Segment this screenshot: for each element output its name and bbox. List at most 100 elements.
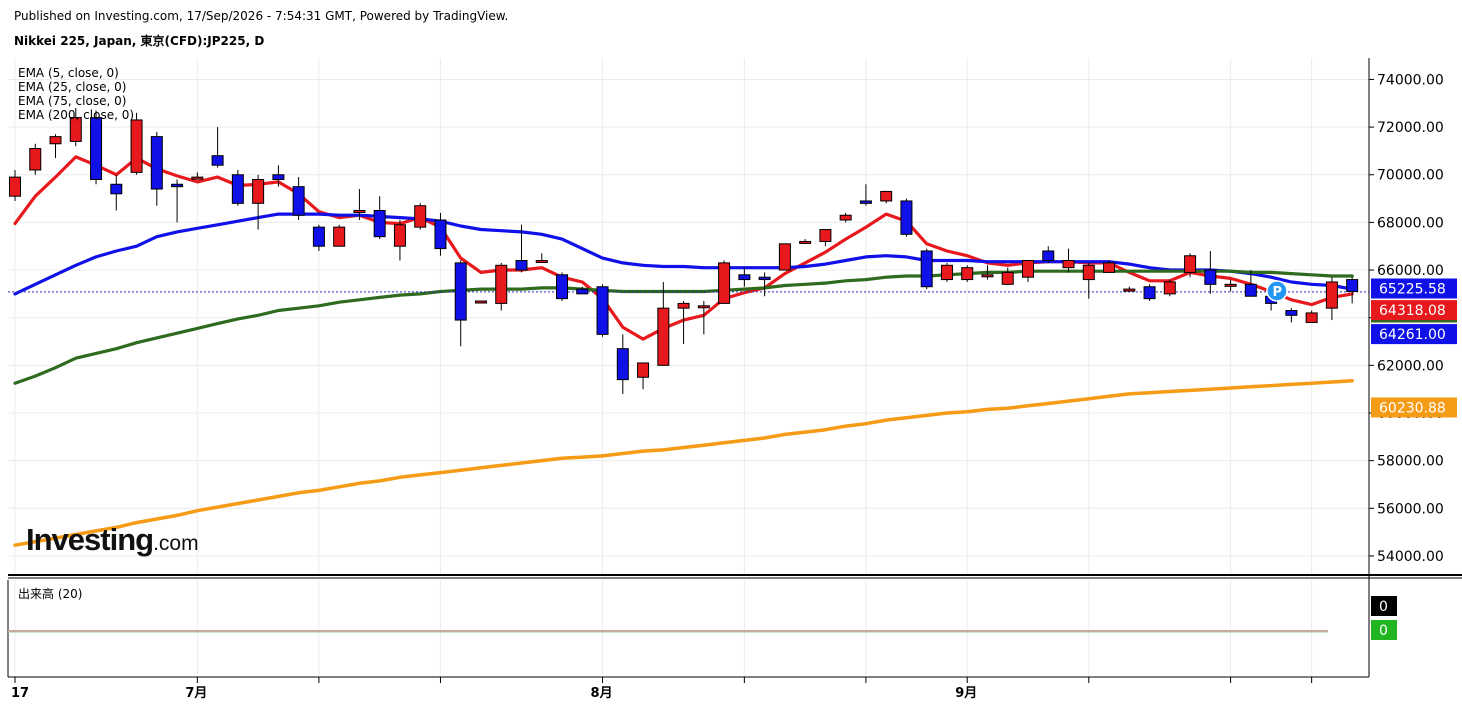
candle-body	[1305, 312, 1318, 323]
candle-body	[231, 174, 244, 204]
badge-label: 0	[1379, 599, 1388, 615]
candle	[49, 134, 62, 159]
y-tick-label: 56000.00	[1377, 501, 1444, 517]
candle-body	[515, 260, 528, 271]
candle-body	[1022, 260, 1034, 278]
candle-body	[839, 214, 852, 221]
candle-body	[191, 176, 204, 180]
logo-main: Investing	[26, 522, 154, 557]
candle-body	[1244, 283, 1257, 297]
candle	[657, 281, 670, 366]
candle-body	[211, 155, 224, 166]
candle-body	[1082, 264, 1095, 281]
x-tick-label: 9月	[955, 686, 977, 701]
candle-body	[1001, 271, 1014, 285]
candle	[940, 262, 953, 282]
candle-body	[1042, 250, 1055, 262]
candle-body	[110, 183, 123, 195]
y-tick-label: 62000.00	[1377, 358, 1444, 374]
candle	[900, 198, 913, 237]
candle	[171, 179, 184, 223]
candle	[393, 220, 406, 261]
candle	[333, 224, 346, 247]
candle-body	[252, 179, 265, 204]
candle-body	[333, 226, 346, 247]
volume-label: 出来高 (20)	[18, 587, 83, 601]
price-chart[interactable]: 74000.00 72000.00 70000.00 68000.00 66000.00…	[0, 0, 1462, 711]
candle-body	[1143, 286, 1156, 300]
candle-body	[373, 209, 386, 238]
candle-body	[130, 119, 143, 173]
volume-badge: 0	[1371, 596, 1397, 616]
candle-body	[697, 305, 710, 309]
candle-body	[758, 276, 771, 281]
x-tick-label: 17	[11, 686, 29, 701]
legend-ema-5: EMA (5, close, 0)	[18, 66, 119, 80]
candle-body	[1346, 279, 1359, 292]
badge-label: 60230.88	[1379, 400, 1446, 416]
candle-body	[393, 224, 406, 247]
candle-body	[29, 148, 42, 171]
candle	[961, 265, 974, 282]
badge-label: 65225.58	[1379, 281, 1446, 297]
candle-body	[657, 307, 670, 366]
legend-ema-200: EMA (200, close, 0)	[18, 108, 135, 122]
candle-body	[474, 300, 487, 304]
candle-body	[495, 264, 508, 304]
candle-body	[414, 205, 427, 228]
candle	[1042, 246, 1055, 263]
candle-body	[859, 200, 872, 204]
y-tick-label: 58000.00	[1377, 454, 1444, 470]
candle-body	[738, 274, 751, 281]
price-badge: 64318.08	[1371, 300, 1457, 321]
badge-label: 64318.08	[1379, 303, 1446, 319]
marker-p-icon[interactable]: P	[1266, 280, 1288, 302]
candle-body	[150, 136, 163, 190]
candle-body	[718, 262, 731, 304]
candle-body	[535, 260, 548, 264]
marker-label: P	[1273, 285, 1283, 300]
candle	[1204, 250, 1217, 294]
candle	[778, 243, 791, 271]
candle	[29, 143, 42, 175]
candle	[535, 253, 548, 264]
candle	[819, 229, 832, 247]
x-tick-label: 7月	[185, 686, 207, 701]
candle	[596, 284, 609, 337]
candle-body	[616, 348, 629, 381]
grid-lines	[8, 58, 1369, 677]
candle-body	[353, 209, 366, 213]
candle	[556, 272, 569, 302]
candle-body	[1224, 283, 1237, 287]
candle-body	[171, 183, 184, 188]
candle	[1143, 284, 1156, 302]
candle	[1082, 262, 1095, 299]
candle-body	[819, 229, 832, 242]
y-tick-label: 66000.00	[1377, 263, 1444, 279]
candle	[920, 248, 933, 290]
candle-body	[1062, 260, 1075, 269]
candle-body	[940, 264, 953, 281]
candle-body	[292, 186, 305, 216]
candle-body	[9, 176, 21, 197]
candle	[1346, 277, 1359, 304]
y-tick-label: 72000.00	[1377, 120, 1444, 136]
badge-label: 0	[1379, 623, 1388, 639]
legend-ema-75: EMA (75, close, 0)	[18, 94, 127, 108]
price-badge: 65225.58	[1371, 278, 1457, 299]
y-tick-label: 74000.00	[1377, 72, 1444, 88]
candle-body	[799, 240, 812, 244]
candle	[1305, 310, 1318, 323]
candle-body	[596, 286, 609, 335]
axes	[7, 58, 1462, 678]
candle	[1022, 260, 1034, 282]
candle	[859, 184, 872, 206]
badge-label: 64261.00	[1379, 327, 1446, 343]
candle	[1224, 279, 1237, 292]
price-badge: 64261.00	[1371, 324, 1457, 345]
candle-body	[778, 243, 791, 271]
candle	[211, 127, 224, 168]
volume-badge: 0	[1371, 620, 1397, 640]
candle-body	[1184, 255, 1197, 273]
investing-logo: Investing.com	[26, 522, 199, 558]
